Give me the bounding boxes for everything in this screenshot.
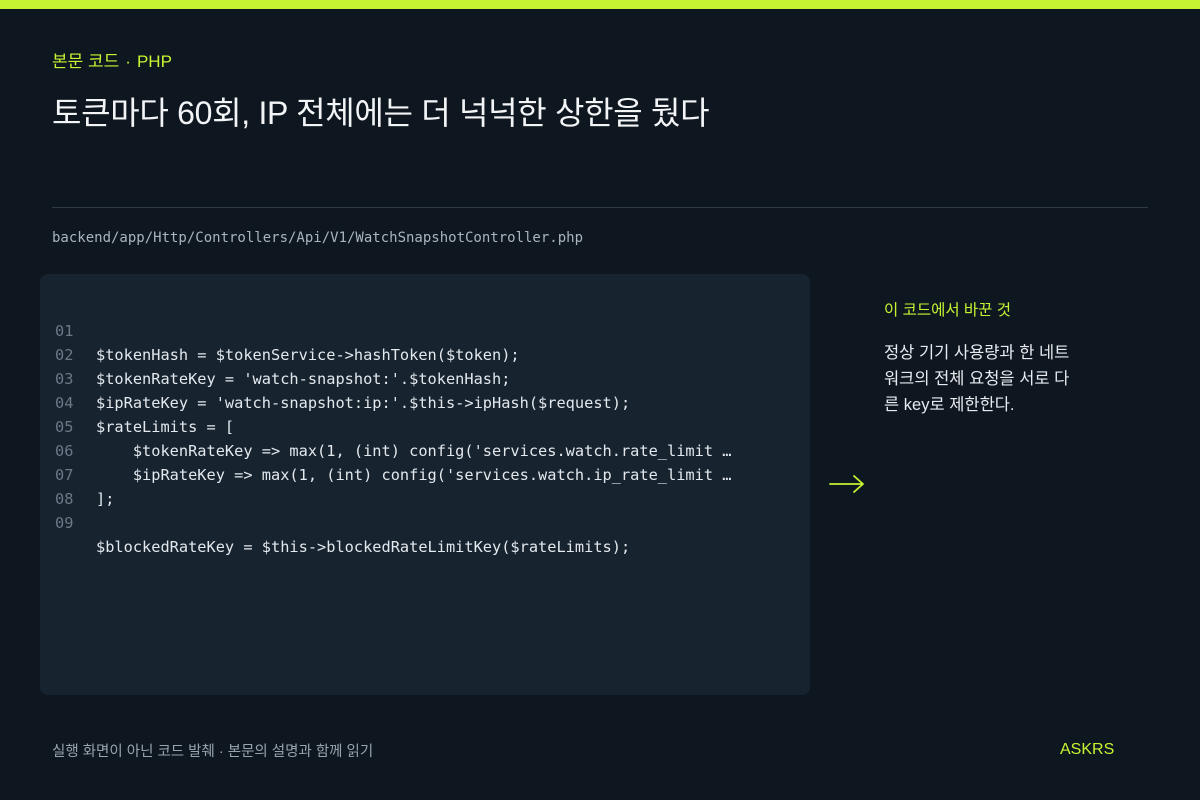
line-code: ];: [96, 490, 115, 508]
line-code: $tokenRateKey = 'watch-snapshot:'.$token…: [96, 370, 511, 388]
file-path: backend/app/Http/Controllers/Api/V1/Watc…: [52, 230, 584, 246]
code-line: 08: [40, 463, 77, 508]
section-eyebrow: 본문 코드 · PHP: [52, 47, 172, 72]
code-line: 09 $blockedRateKey = $this->blockedRateL…: [40, 487, 630, 556]
note-body: 정상 기기 사용량과 한 네트 워크의 전체 요청을 서로 다 른 key로 제…: [884, 340, 1094, 418]
footer-caption: 실행 화면이 아닌 코드 발췌 · 본문의 설명과 함께 읽기: [52, 744, 374, 760]
line-number: 09: [55, 514, 74, 532]
arrow-right-icon: [829, 475, 864, 493]
code-line: 03 $ipRateKey = 'watch-snapshot:ip:'.$th…: [40, 343, 630, 412]
eyebrow-language: PHP: [136, 52, 172, 71]
code-line: 05 $tokenRateKey => max(1, (int) config(…: [40, 391, 731, 460]
note-line: 워크의 전체 요청을 서로 다: [884, 370, 1070, 388]
code-line: 01 $tokenHash = $tokenService->hashToken…: [40, 295, 520, 364]
code-line: 02 $tokenRateKey = 'watch-snapshot:'.$to…: [40, 319, 510, 388]
line-code: $rateLimits = [: [96, 418, 235, 436]
line-code: $tokenRateKey => max(1, (int) config('se…: [96, 442, 732, 460]
code-line: 07 ];: [40, 439, 114, 508]
note-line: 정상 기기 사용량과 한 네트: [884, 344, 1070, 362]
line-code: $ipRateKey = 'watch-snapshot:ip:'.$this-…: [96, 394, 631, 412]
eyebrow-separator: ·: [125, 52, 131, 71]
brand-logo: ASKRS: [1060, 741, 1115, 758]
top-accent-bar: [0, 0, 1200, 9]
note-title: 이 코드에서 바꾼 것: [884, 302, 1011, 319]
divider: [52, 207, 1148, 208]
code-line: 04 $rateLimits = [: [40, 367, 234, 436]
note-line: 른 key로 제한한다.: [884, 396, 1015, 414]
line-code: $blockedRateKey = $this->blockedRateLimi…: [96, 538, 631, 556]
code-block: 01 $tokenHash = $tokenService->hashToken…: [40, 274, 810, 695]
line-code: $ipRateKey => max(1, (int) config('servi…: [96, 466, 732, 484]
code-line: 06 $ipRateKey => max(1, (int) config('se…: [40, 415, 731, 484]
eyebrow-section: 본문 코드: [52, 52, 120, 71]
page-title: 토큰마다 60회, IP 전체에는 더 넉넉한 상한을 뒀다: [52, 95, 710, 131]
line-code: $tokenHash = $tokenService->hashToken($t…: [96, 346, 520, 364]
